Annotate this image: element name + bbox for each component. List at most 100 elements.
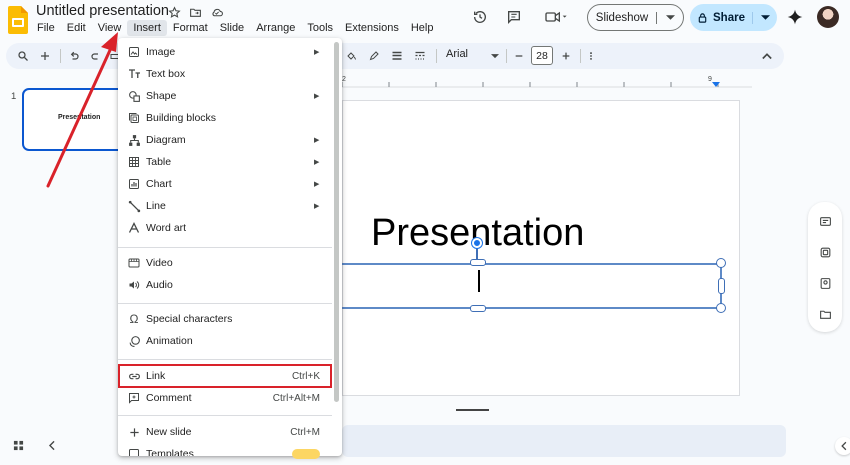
- horizontal-ruler[interactable]: 2 9: [342, 74, 752, 88]
- menu-item-word-art[interactable]: Word art: [118, 218, 332, 238]
- font-family-select[interactable]: Arial: [446, 48, 468, 60]
- comment-icon: [127, 391, 141, 405]
- diagram-icon: [127, 133, 141, 147]
- contacts-icon[interactable]: [817, 275, 833, 291]
- font-dropdown-icon[interactable]: [486, 47, 504, 65]
- new-badge: [292, 449, 320, 459]
- building-blocks-icon: [127, 111, 141, 125]
- line-icon: [127, 199, 141, 213]
- collapse-filmstrip-icon[interactable]: [44, 437, 60, 453]
- insert-menu-dropdown: Image ▶ Text box Shape ▶ Building blocks…: [118, 38, 342, 456]
- collapse-toolbar-icon[interactable]: [758, 47, 776, 65]
- menu-view[interactable]: View: [92, 20, 128, 36]
- menu-tools[interactable]: Tools: [301, 20, 339, 36]
- menu-format[interactable]: Format: [167, 20, 214, 36]
- explore-chevron-icon[interactable]: [835, 437, 850, 455]
- share-button[interactable]: Share: [690, 4, 777, 31]
- menu-file[interactable]: File: [31, 20, 61, 36]
- svg-text:9: 9: [708, 76, 712, 83]
- meet-video-icon[interactable]: [541, 8, 571, 26]
- menu-item-building-blocks[interactable]: Building blocks: [118, 108, 332, 128]
- menu-item-diagram[interactable]: Diagram ▶: [118, 130, 332, 150]
- font-size-input[interactable]: 28: [531, 46, 553, 65]
- increase-font-size-icon[interactable]: [557, 47, 575, 65]
- menu-item-table[interactable]: Table ▶: [118, 152, 332, 172]
- more-options-icon[interactable]: [582, 47, 600, 65]
- resize-handle-bottom-right[interactable]: [716, 303, 726, 313]
- shape-icon: [127, 89, 141, 103]
- side-panel: [808, 202, 842, 332]
- border-weight-icon[interactable]: [388, 47, 406, 65]
- star-icon[interactable]: [167, 5, 182, 20]
- menu-item-chart[interactable]: Chart ▶: [118, 174, 332, 194]
- user-avatar[interactable]: [817, 6, 839, 28]
- move-folder-icon[interactable]: [188, 5, 203, 20]
- menu-item-shape[interactable]: Shape ▶: [118, 86, 332, 106]
- menu-item-line[interactable]: Line ▶: [118, 196, 332, 216]
- menu-item-text-box[interactable]: Text box: [118, 64, 332, 84]
- omega-icon: Ω: [129, 312, 139, 326]
- menu-edit[interactable]: Edit: [61, 20, 92, 36]
- submenu-arrow-icon: ▶: [314, 137, 320, 144]
- speaker-notes-area[interactable]: [342, 425, 786, 457]
- slide-number: 1: [11, 91, 17, 102]
- scroll-indicator: [456, 409, 489, 411]
- border-dash-icon[interactable]: [411, 47, 429, 65]
- document-title[interactable]: Untitled presentation: [36, 3, 169, 19]
- menu-item-video[interactable]: Video: [118, 253, 332, 273]
- drive-folder-icon[interactable]: [817, 306, 833, 322]
- chart-icon: [127, 177, 141, 191]
- selected-text-box[interactable]: [320, 263, 722, 309]
- menu-item-special-characters[interactable]: Ω Special characters: [118, 309, 332, 329]
- audio-icon: [127, 278, 141, 292]
- text-box-icon: [127, 67, 141, 81]
- share-dropdown-icon[interactable]: [753, 14, 777, 21]
- menu-arrange[interactable]: Arrange: [250, 20, 301, 36]
- redo-icon[interactable]: [87, 47, 105, 65]
- slides-logo[interactable]: [8, 6, 28, 34]
- submenu-arrow-icon: ▶: [314, 93, 320, 100]
- undo-icon[interactable]: [65, 47, 83, 65]
- rotate-handle[interactable]: [472, 238, 482, 248]
- plus-icon: [127, 425, 141, 439]
- animation-icon: [127, 334, 141, 348]
- menu-item-new-slide[interactable]: New slide Ctrl+M: [118, 422, 332, 442]
- new-slide-plus-icon[interactable]: [36, 47, 54, 65]
- tasks-icon[interactable]: [817, 244, 833, 260]
- border-color-icon[interactable]: [365, 47, 383, 65]
- slideshow-label[interactable]: Slideshow: [588, 11, 657, 24]
- thumbnail-title: Presentation: [58, 114, 101, 121]
- menu-scrollbar[interactable]: [334, 42, 339, 402]
- search-menus-icon[interactable]: [14, 47, 32, 65]
- menu-item-animation[interactable]: Animation: [118, 331, 332, 351]
- keep-notes-icon[interactable]: [817, 213, 833, 229]
- submenu-arrow-icon: ▶: [314, 181, 320, 188]
- grid-view-icon[interactable]: [10, 437, 26, 453]
- submenu-arrow-icon: ▶: [314, 203, 320, 210]
- menu-item-audio[interactable]: Audio: [118, 275, 332, 295]
- menu-slide[interactable]: Slide: [214, 20, 250, 36]
- menu-extensions[interactable]: Extensions: [339, 20, 405, 36]
- slideshow-button[interactable]: Slideshow: [587, 4, 684, 31]
- submenu-arrow-icon: ▶: [314, 49, 320, 56]
- menu-item-image[interactable]: Image ▶: [118, 42, 332, 62]
- share-label: Share: [713, 11, 745, 24]
- comments-icon[interactable]: [505, 8, 523, 26]
- menu-help[interactable]: Help: [405, 20, 440, 36]
- gemini-sparkle-icon[interactable]: [786, 8, 804, 26]
- fill-color-icon[interactable]: [342, 47, 360, 65]
- menu-insert[interactable]: Insert: [127, 20, 167, 36]
- resize-handle-top[interactable]: [470, 259, 486, 266]
- text-cursor: [478, 270, 480, 292]
- resize-handle-right[interactable]: [718, 278, 725, 294]
- resize-handle-bottom[interactable]: [470, 305, 486, 312]
- slide-thumbnail[interactable]: Presentation: [22, 88, 132, 151]
- decrease-font-size-icon[interactable]: [510, 47, 528, 65]
- cloud-saved-icon[interactable]: [209, 5, 224, 20]
- resize-handle-top-right[interactable]: [716, 258, 726, 268]
- menu-item-comment[interactable]: Comment Ctrl+Alt+M: [118, 388, 332, 408]
- slideshow-dropdown-icon[interactable]: [657, 14, 683, 21]
- image-icon: [127, 45, 141, 59]
- templates-icon: [127, 447, 141, 456]
- version-history-icon[interactable]: [471, 8, 489, 26]
